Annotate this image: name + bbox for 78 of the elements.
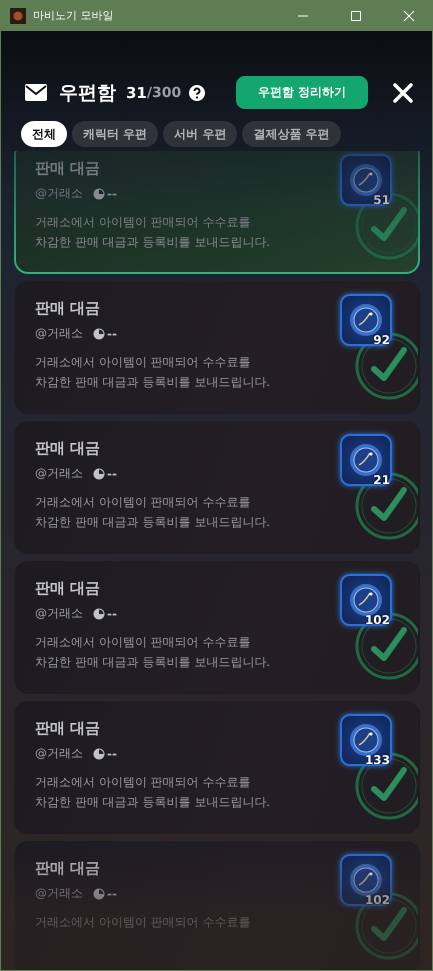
mail-title: 판매 대금 [35, 159, 102, 178]
mail-description: 차감한 판매 대금과 등록비를 보내드립니다. [35, 654, 272, 671]
clock-icon [93, 888, 105, 900]
clock-icon [93, 748, 105, 760]
item-slot[interactable]: 133 [340, 714, 392, 766]
item-quantity: 92 [373, 333, 390, 347]
coin-icon [349, 863, 383, 897]
check-icon[interactable] [354, 191, 418, 261]
mail-card[interactable]: 판매 대금 @거래소 -- 거래소에서 아이템이 판매되어 수수료를 차감한 판매 대금과 등록비를 보내드립니다. 21 [14, 421, 420, 554]
mail-description: 차감한 판매 대금과 등록비를 보내드립니다. [35, 514, 272, 531]
mail-card[interactable]: 판매 대금 @거래소 -- 거래소에서 아이템이 판매되어 수수료를 차감한 판매 대금과 등록비를 보내드립니다. 92 [14, 281, 420, 414]
mail-description: 차감한 판매 대금과 등록비를 보내드립니다. [35, 374, 272, 391]
clock-icon [93, 608, 105, 620]
close-icon[interactable] [393, 82, 413, 102]
item-quantity: 133 [364, 753, 390, 767]
mail-sender: @거래소 [35, 745, 83, 762]
filter-tab[interactable]: 서버 우편 [163, 121, 238, 147]
mail-card[interactable]: 판매 대금 @거래소 -- 거래소에서 아이템이 판매되어 수수료를 102 [14, 841, 420, 970]
item-quantity: 21 [373, 473, 390, 487]
maximize-icon[interactable] [350, 10, 362, 22]
mail-description: 거래소에서 아이템이 판매되어 수수료를 [35, 634, 252, 651]
coin-icon [349, 163, 383, 197]
mail-count: 31 [126, 84, 147, 102]
mail-title: 판매 대금 [35, 859, 102, 878]
mail-card[interactable]: 판매 대금 @거래소 -- 거래소에서 아이템이 판매되어 수수료를 차감한 판매 대금과 등록비를 보내드립니다. 133 [14, 701, 420, 834]
mail-description: 거래소에서 아이템이 판매되어 수수료를 [35, 214, 252, 231]
clock-icon [93, 328, 105, 340]
app-icon [10, 8, 26, 24]
mail-sender: @거래소 [35, 605, 83, 622]
coin-icon [349, 443, 383, 477]
mail-description: 차감한 판매 대금과 등록비를 보내드립니다. [35, 234, 272, 251]
mail-sender: @거래소 [35, 325, 83, 342]
mail-card[interactable]: 판매 대금 @거래소 -- 거래소에서 아이템이 판매되어 수수료를 차감한 판매 대금과 등록비를 보내드립니다. 102 [14, 561, 420, 694]
item-slot[interactable]: 102 [340, 574, 392, 626]
mail-time: -- [107, 886, 117, 900]
mailbox-title: 우편함 [59, 80, 116, 106]
check-icon[interactable] [354, 471, 418, 541]
mail-time: -- [107, 326, 117, 340]
mail-title: 판매 대금 [35, 719, 102, 738]
mail-description: 거래소에서 아이템이 판매되어 수수료를 [35, 494, 252, 511]
check-icon[interactable] [354, 331, 418, 401]
mail-time: -- [107, 186, 117, 200]
mail-description: 거래소에서 아이템이 판매되어 수수료를 [35, 914, 252, 931]
coin-icon [349, 303, 383, 337]
item-quantity: 51 [373, 193, 390, 207]
mail-description: 차감한 판매 대금과 등록비를 보내드립니다. [35, 794, 272, 811]
mail-time: -- [107, 466, 117, 480]
filter-tab[interactable]: 결제상품 우편 [242, 121, 341, 147]
mail-sender: @거래소 [35, 185, 83, 202]
mail-description: 거래소에서 아이템이 판매되어 수수료를 [35, 774, 252, 791]
window-title: 마비노기 모바일 [33, 8, 114, 23]
filter-tab[interactable]: 캐릭터 우편 [72, 121, 158, 147]
mail-time: -- [107, 606, 117, 620]
filter-tab[interactable]: 전체 [21, 121, 67, 147]
item-slot[interactable]: 92 [340, 294, 392, 346]
mail-description: 거래소에서 아이템이 판매되어 수수료를 [35, 354, 252, 371]
mail-icon [25, 84, 47, 101]
mail-title: 판매 대금 [35, 439, 102, 458]
coin-icon [349, 723, 383, 757]
item-quantity: 102 [364, 613, 390, 627]
mail-capacity: /300 [146, 84, 182, 100]
check-icon[interactable] [354, 751, 418, 821]
help-icon[interactable] [189, 84, 206, 100]
mail-title: 판매 대금 [35, 579, 102, 598]
coin-icon [349, 583, 383, 617]
mail-time: -- [107, 746, 117, 760]
check-icon[interactable] [354, 611, 418, 681]
mail-card[interactable]: 판매 대금 @거래소 -- 거래소에서 아이템이 판매되어 수수료를 차감한 판매 대금과 등록비를 보내드립니다. 51 [14, 151, 420, 274]
clock-icon [93, 188, 105, 200]
mail-sender: @거래소 [35, 885, 83, 902]
mail-sender: @거래소 [35, 465, 83, 482]
item-slot[interactable]: 102 [340, 854, 392, 906]
mail-title: 판매 대금 [35, 299, 102, 318]
item-quantity: 102 [364, 893, 390, 907]
item-slot[interactable]: 21 [340, 434, 392, 486]
check-icon[interactable] [354, 891, 418, 961]
item-slot[interactable]: 51 [340, 154, 392, 206]
clock-icon [93, 468, 105, 480]
